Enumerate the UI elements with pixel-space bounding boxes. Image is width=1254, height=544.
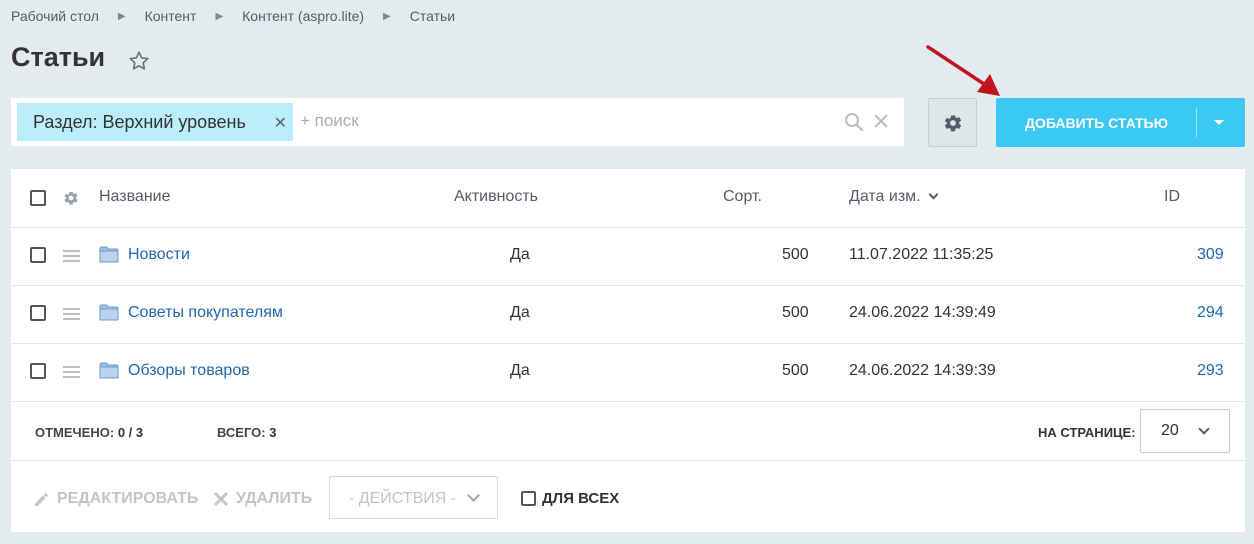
row-date: 24.06.2022 14:39:49 — [849, 304, 996, 321]
row-checkbox[interactable] — [30, 363, 46, 379]
breadcrumb-separator-icon: ▶ — [383, 10, 391, 22]
breadcrumb-content-aspro[interactable]: Контент (aspro.lite) — [242, 8, 364, 24]
chevron-down-icon — [467, 489, 480, 502]
per-page-value: 20 — [1161, 422, 1179, 439]
breadcrumb-separator-icon: ▶ — [215, 10, 224, 22]
filter-tag-label: Раздел: Верхний уровень — [33, 111, 246, 132]
filter-bar[interactable]: Раздел: Верхний уровень ✕ + поиск — [11, 98, 904, 146]
gear-icon — [944, 114, 961, 131]
drag-handle-icon[interactable] — [63, 308, 80, 323]
table-header: Название Активность Сорт. Дата изм. ID — [11, 169, 1245, 228]
for-all-checkbox[interactable]: ДЛЯ ВСЕХ — [521, 490, 619, 507]
delete-x-icon — [213, 491, 229, 507]
filter-tag[interactable]: Раздел: Верхний уровень ✕ — [17, 103, 293, 141]
sort-chevron-down-icon — [928, 189, 939, 200]
action-panel: РЕДАКТИРОВАТЬ УДАЛИТЬ - ДЕЙСТВИЯ - ДЛЯ В… — [11, 462, 1245, 532]
delete-button[interactable]: УДАЛИТЬ — [213, 490, 312, 508]
selected-counter: ОТМЕЧЕНО: 0 / 3 — [35, 425, 143, 440]
table-row[interactable]: Советы покупателям Да 500 24.06.2022 14:… — [11, 286, 1245, 344]
column-header-name[interactable]: Название — [99, 188, 171, 206]
column-header-date-label: Дата изм. — [849, 188, 921, 205]
search-input[interactable]: + поиск — [300, 111, 359, 131]
row-active: Да — [510, 246, 530, 263]
breadcrumb-desktop[interactable]: Рабочий стол — [11, 8, 99, 24]
search-icon[interactable] — [844, 112, 864, 132]
column-header-date[interactable]: Дата изм. — [849, 188, 939, 206]
total-counter-label: ВСЕГО: — [217, 425, 266, 440]
select-all-checkbox[interactable] — [30, 190, 46, 206]
row-date: 11.07.2022 11:35:25 — [849, 246, 994, 263]
star-icon[interactable] — [128, 50, 150, 72]
drag-handle-icon[interactable] — [63, 366, 80, 381]
row-checkbox[interactable] — [30, 305, 46, 321]
pencil-icon — [35, 492, 48, 506]
folder-icon — [99, 362, 119, 379]
total-counter: ВСЕГО: 3 — [217, 425, 276, 440]
selected-counter-value: 0 / 3 — [117, 425, 144, 440]
table-footer: ОТМЕЧЕНО: 0 / 3 ВСЕГО: 3 НА СТРАНИЦЕ: 20 — [11, 402, 1245, 461]
row-active: Да — [510, 362, 530, 379]
selected-counter-label: ОТМЕЧЕНО: — [35, 425, 115, 440]
row-name-link[interactable]: Новости — [128, 246, 190, 264]
row-sort: 500 — [782, 304, 809, 321]
edit-button[interactable]: РЕДАКТИРОВАТЬ — [33, 490, 198, 508]
chevron-down-icon — [1198, 423, 1210, 435]
actions-dropdown[interactable]: - ДЕЙСТВИЯ - — [329, 476, 498, 519]
actions-dropdown-value: - ДЕЙСТВИЯ - — [349, 490, 457, 507]
page-title: Статьи — [11, 42, 106, 72]
table-row[interactable]: Обзоры товаров Да 500 24.06.2022 14:39:3… — [11, 344, 1245, 402]
row-sort: 500 — [782, 362, 809, 379]
add-article-button[interactable]: ДОБАВИТЬ СТАТЬЮ — [996, 98, 1245, 147]
annotation-arrow-icon — [926, 45, 1000, 96]
delete-button-label: УДАЛИТЬ — [236, 490, 313, 507]
for-all-checkbox-box[interactable] — [521, 491, 536, 506]
row-id-link[interactable]: 293 — [1197, 362, 1224, 380]
per-page-select[interactable]: 20 — [1140, 409, 1230, 453]
column-settings-gear-icon[interactable] — [63, 190, 79, 206]
breadcrumb: Рабочий стол ▶ Контент ▶ Контент (aspro.… — [11, 8, 455, 24]
row-name-link[interactable]: Обзоры товаров — [128, 362, 250, 380]
filter-tag-remove-icon[interactable]: ✕ — [274, 113, 287, 133]
total-counter-value: 3 — [269, 425, 277, 440]
breadcrumb-content[interactable]: Контент — [145, 8, 197, 24]
column-header-active[interactable]: Активность — [454, 188, 538, 206]
row-checkbox[interactable] — [30, 247, 46, 263]
breadcrumb-articles[interactable]: Статьи — [410, 8, 455, 24]
row-date: 24.06.2022 14:39:39 — [849, 362, 996, 379]
add-article-label: ДОБАВИТЬ СТАТЬЮ — [1024, 115, 1169, 131]
chevron-down-icon[interactable] — [1214, 120, 1224, 125]
row-id-link[interactable]: 294 — [1197, 304, 1224, 322]
folder-icon — [99, 246, 119, 263]
table-row[interactable]: Новости Да 500 11.07.2022 11:35:25 309 — [11, 228, 1245, 286]
row-active: Да — [510, 304, 530, 321]
button-divider — [1196, 108, 1197, 137]
breadcrumb-separator-icon: ▶ — [117, 10, 126, 22]
per-page-label: НА СТРАНИЦЕ: — [1038, 425, 1136, 440]
folder-icon — [99, 304, 119, 321]
articles-table: Название Активность Сорт. Дата изм. ID Н… — [11, 169, 1245, 532]
column-header-id[interactable]: ID — [1164, 188, 1180, 206]
row-sort: 500 — [782, 246, 809, 263]
settings-button[interactable] — [928, 98, 977, 147]
for-all-label: ДЛЯ ВСЕХ — [542, 490, 620, 507]
row-name-link[interactable]: Советы покупателям — [128, 304, 283, 322]
edit-button-label: РЕДАКТИРОВАТЬ — [57, 490, 199, 507]
column-header-sort[interactable]: Сорт. — [723, 188, 762, 206]
clear-icon[interactable] — [872, 112, 890, 130]
drag-handle-icon[interactable] — [63, 250, 80, 265]
row-id-link[interactable]: 309 — [1197, 246, 1224, 264]
